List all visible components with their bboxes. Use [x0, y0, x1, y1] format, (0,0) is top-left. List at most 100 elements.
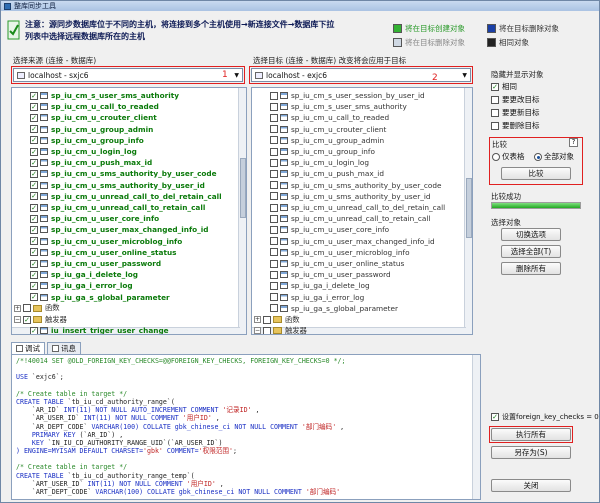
table-checkbox[interactable]: ✓ — [30, 91, 38, 100]
sql-output-editor[interactable]: /*!40014 SET @OLD_FOREIGN_KEY_CHECKS=@@F… — [11, 354, 481, 500]
checkbox-box[interactable]: ✓ — [491, 413, 499, 421]
tree-table-row[interactable]: ✓ sp_iu_cm_u_unread_call_to_del_retain_ca… — [12, 191, 222, 202]
source-object-tree[interactable]: ✓ sp_iu_cm_s_user_sms_authority ✓ sp_iu_cm_… — [11, 87, 247, 335]
table-checkbox[interactable] — [270, 293, 278, 302]
radio-button[interactable] — [492, 152, 500, 161]
table-checkbox[interactable] — [270, 125, 278, 134]
table-checkbox[interactable] — [270, 147, 278, 156]
table-checkbox[interactable] — [270, 237, 278, 246]
table-checkbox[interactable]: ✓ — [30, 281, 38, 290]
toggle-selection-button[interactable]: 切换选项 — [501, 228, 561, 241]
table-checkbox[interactable]: ✓ — [30, 113, 38, 122]
folder-checkbox[interactable]: ✓ — [23, 315, 31, 324]
checkbox-box[interactable] — [491, 108, 499, 117]
show-delete-checkbox[interactable]: 要删除目标 — [491, 120, 540, 131]
radio-tables-only[interactable]: 仅表格 — [492, 151, 525, 162]
tree-table-row[interactable]: sp_iu_ga_i_error_log — [252, 292, 364, 303]
table-checkbox[interactable] — [270, 270, 278, 279]
folder-checkbox[interactable] — [23, 304, 31, 313]
collapse-icon[interactable]: − — [14, 316, 21, 323]
tree-table-row[interactable]: sp_iu_cm_u_push_max_id — [252, 168, 384, 179]
help-icon[interactable]: ? — [569, 138, 578, 147]
table-checkbox[interactable] — [270, 102, 278, 111]
table-checkbox[interactable]: ✓ — [30, 102, 38, 111]
show-update-checkbox[interactable]: 要更新目标 — [491, 107, 540, 118]
tree-table-row[interactable]: ✓ sp_iu_cm_u_crouter_client — [12, 112, 157, 123]
tree-table-row[interactable]: ✓ sp_iu_ga_s_global_parameter — [12, 292, 170, 303]
select-all-button[interactable]: 选择全部(T) — [501, 245, 561, 258]
table-checkbox[interactable] — [270, 281, 278, 290]
folder-checkbox[interactable] — [263, 326, 271, 334]
compare-button[interactable]: 比较 — [501, 167, 571, 180]
tree-table-row[interactable]: ✓ sp_iu_cm_u_unread_call_to_retain_call — [12, 202, 205, 213]
tree-table-row[interactable]: ✓ sp_iu_cm_u_group_info — [12, 135, 144, 146]
table-checkbox[interactable] — [270, 304, 278, 313]
tree-table-row[interactable]: ✓ sp_iu_cm_u_user_core_info — [12, 213, 159, 224]
tree-table-row[interactable]: sp_iu_cm_u_call_to_readed — [252, 112, 389, 123]
save-as-button[interactable]: 另存为(S) — [491, 446, 571, 459]
table-checkbox[interactable]: ✓ — [30, 192, 38, 201]
show-create-checkbox[interactable]: 要更改目标 — [491, 94, 540, 105]
checkbox-box[interactable] — [491, 121, 499, 130]
scroll-thumb[interactable] — [240, 158, 246, 218]
table-checkbox[interactable]: ✓ — [30, 169, 38, 178]
tree-table-row[interactable]: sp_iu_cm_u_user_microblog_info — [252, 247, 410, 258]
tree-table-row[interactable]: ✓ sp_iu_cm_u_sms_authority_by_user_id — [12, 180, 205, 191]
tree-table-row[interactable]: ✓ sp_iu_ga_i_error_log — [12, 280, 133, 291]
checkbox-box[interactable]: ✓ — [491, 82, 499, 91]
tree-table-row[interactable]: ✓ sp_iu_cm_s_user_sms_authority — [12, 90, 179, 101]
show-same-checkbox[interactable]: ✓ 相同 — [491, 81, 517, 92]
table-checkbox[interactable]: ✓ — [30, 125, 38, 134]
table-checkbox[interactable] — [270, 113, 278, 122]
tree-folder-functions[interactable]: + 函数 — [12, 303, 60, 314]
source-db-select[interactable]: localhost - sxjc6 1 ▼ — [13, 68, 243, 82]
table-checkbox[interactable]: ✓ — [30, 248, 38, 257]
radio-all-objects[interactable]: 全部对象 — [534, 151, 574, 162]
tree-table-row[interactable]: sp_iu_cm_s_user_sms_authority — [252, 101, 407, 112]
tree-table-row[interactable]: sp_iu_cm_u_crouter_client — [252, 124, 386, 135]
table-checkbox[interactable]: ✓ — [30, 147, 38, 156]
radio-button[interactable] — [534, 152, 542, 161]
target-object-tree[interactable]: sp_iu_cm_s_user_session_by_user_id sp_iu_… — [251, 87, 473, 335]
tree-table-row[interactable]: sp_iu_cm_u_user_core_info — [252, 224, 389, 235]
tree-table-row[interactable]: sp_iu_cm_u_user_max_changed_info_id — [252, 236, 435, 247]
table-checkbox[interactable]: ✓ — [30, 259, 38, 268]
table-checkbox[interactable]: ✓ — [30, 225, 38, 234]
table-checkbox[interactable] — [270, 259, 278, 268]
tree-table-row[interactable]: sp_iu_cm_u_unread_call_to_del_retain_cal… — [252, 202, 445, 213]
delete-all-button[interactable]: 删除所有 — [501, 262, 561, 275]
table-checkbox[interactable]: ✓ — [30, 214, 38, 223]
tree-table-row[interactable]: sp_iu_cm_u_group_info — [252, 146, 375, 157]
tree-table-row[interactable]: ✓ sp_iu_cm_u_group_admin — [12, 124, 153, 135]
tree-trigger-row[interactable]: ✓ iu_insert_triger_user_change — [12, 325, 169, 334]
table-checkbox[interactable] — [270, 91, 278, 100]
source-tree-scrollbar[interactable] — [238, 88, 246, 334]
table-checkbox[interactable]: ✓ — [30, 293, 38, 302]
tree-table-row[interactable]: sp_iu_cm_u_user_online_status — [252, 258, 404, 269]
expand-icon[interactable]: + — [254, 316, 261, 323]
table-checkbox[interactable] — [270, 225, 278, 234]
trigger-checkbox[interactable]: ✓ — [30, 326, 38, 334]
tab-messages[interactable]: 讯息 — [47, 342, 81, 354]
table-checkbox[interactable] — [270, 214, 278, 223]
table-checkbox[interactable]: ✓ — [30, 158, 38, 167]
table-checkbox[interactable]: ✓ — [30, 181, 38, 190]
tree-table-row[interactable]: ✓ sp_iu_cm_u_push_max_id — [12, 157, 152, 168]
tree-table-row[interactable]: sp_iu_cm_u_sms_authority_by_user_id — [252, 191, 431, 202]
sql-scrollbar[interactable] — [472, 355, 480, 499]
tree-table-row[interactable]: sp_iu_ga_s_global_parameter — [252, 303, 398, 314]
tree-table-row[interactable]: sp_iu_cm_s_user_session_by_user_id — [252, 90, 425, 101]
collapse-icon[interactable]: − — [254, 327, 261, 334]
table-checkbox[interactable] — [270, 136, 278, 145]
target-tree-scrollbar[interactable] — [464, 88, 472, 334]
close-button[interactable]: 关闭 — [491, 479, 571, 492]
tree-table-row[interactable]: ✓ sp_iu_cm_u_user_microblog_info — [12, 236, 182, 247]
tree-table-row[interactable]: ✓ sp_iu_cm_u_user_password — [12, 258, 161, 269]
table-checkbox[interactable] — [270, 169, 278, 178]
table-checkbox[interactable]: ✓ — [30, 237, 38, 246]
table-checkbox[interactable]: ✓ — [30, 203, 38, 212]
tree-table-row[interactable]: sp_iu_cm_u_sms_authority_by_user_code — [252, 180, 441, 191]
table-checkbox[interactable] — [270, 203, 278, 212]
tree-table-row[interactable]: sp_iu_cm_u_user_password — [252, 269, 391, 280]
table-checkbox[interactable] — [270, 158, 278, 167]
